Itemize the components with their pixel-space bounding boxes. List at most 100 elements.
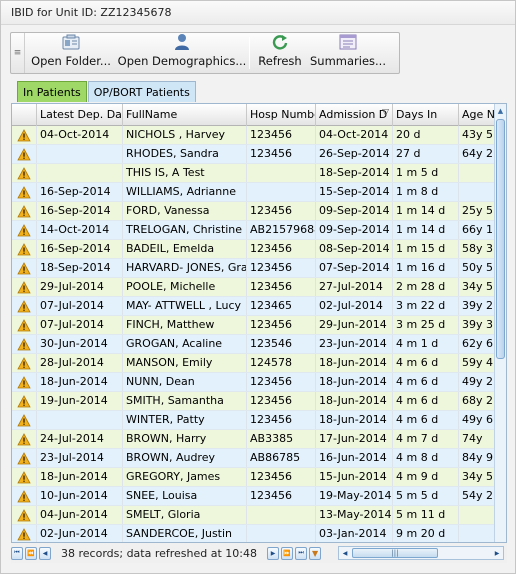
tab-op-bort-patients[interactable]: OP/BORT Patients: [87, 81, 196, 102]
scroll-right-icon[interactable]: ▶: [492, 548, 502, 558]
column-header-age[interactable]: Age N: [459, 104, 496, 126]
table-row[interactable]: 04-Jun-2014 SMELT, Gloria 13-May-2014 5 m 1…: [12, 506, 496, 525]
table-row[interactable]: RHODES, Sandra 123456 26-Sep-2014 27 d 64y 2…: [12, 145, 496, 164]
summaries-icon: [339, 33, 357, 51]
scroll-up-icon[interactable]: ▲: [495, 104, 506, 117]
horizontal-scroll-thumb[interactable]: |||: [352, 548, 438, 558]
warning-icon: [12, 468, 37, 486]
column-header-icon[interactable]: [12, 104, 37, 126]
age-cell: 25y 5r: [462, 204, 496, 217]
hosp-number-cell: 123456: [247, 411, 316, 429]
table-row[interactable]: 18-Sep-2014 HARVARD- JONES, Gray 123456 07-…: [12, 259, 496, 278]
column-header-fullname[interactable]: FullName: [123, 104, 247, 126]
next-record-button[interactable]: ▶: [267, 546, 280, 560]
grid-footer: ⏮ ⏪ ◀ 38 records; data refreshed at 10:4…: [11, 543, 507, 563]
previous-record-button[interactable]: ◀: [39, 546, 51, 560]
days-in-cell: 1 m 15 d: [393, 240, 459, 258]
vertical-scroll-thumb[interactable]: [496, 119, 505, 359]
table-row[interactable]: 04-Oct-2014 NICHOLS , Harvey 123456 04-Oct-…: [12, 126, 496, 145]
previous-page-button[interactable]: ⏪: [25, 546, 37, 560]
age-cell: 66y 1: [462, 223, 494, 236]
fullname-cell: HARVARD- JONES, Gray: [123, 259, 247, 277]
latest-dep-date-cell: 14-Oct-2014: [37, 221, 123, 239]
table-row[interactable]: 23-Jul-2014 BROWN, Audrey AB86785 16-Jun-20…: [12, 449, 496, 468]
fullname-cell: GROGAN, Acaline: [123, 335, 247, 353]
admission-date-cell: 19-May-2014: [316, 487, 393, 505]
warning-icon: [12, 240, 37, 258]
warning-icon: [12, 126, 37, 144]
admission-date-cell: 09-Sep-2014: [316, 221, 393, 239]
age-cell: 84y 9r: [462, 451, 496, 464]
fullname-cell: SMITH, Samantha: [123, 392, 247, 410]
latest-dep-date-cell: 04-Jun-2014: [37, 506, 123, 524]
scroll-left-icon[interactable]: ◀: [340, 548, 350, 558]
admission-date-cell: 09-Sep-2014: [316, 202, 393, 220]
first-record-button[interactable]: ⏮: [11, 546, 23, 560]
column-header-days-in[interactable]: Days In: [393, 104, 459, 126]
latest-dep-date-cell: 16-Sep-2014: [37, 183, 123, 201]
last-record-button[interactable]: ⏭: [295, 546, 308, 560]
table-row[interactable]: THIS IS, A Test 18-Sep-2014 1 m 5 d: [12, 164, 496, 183]
table-row[interactable]: 16-Sep-2014 WILLIAMS, Adrianne 15-Sep-2014…: [12, 183, 496, 202]
age-cell: 49y 2r: [462, 375, 496, 388]
age-cell: 74y: [462, 432, 483, 445]
table-row[interactable]: 10-Jun-2014 SNEE, Louisa 123456 19-May-2014…: [12, 487, 496, 506]
days-in-cell: 4 m 8 d: [393, 449, 459, 467]
filter-icon[interactable]: ▼: [309, 546, 322, 560]
table-row[interactable]: 30-Jun-2014 GROGAN, Acaline 123546 23-Jun-2…: [12, 335, 496, 354]
table-row[interactable]: 02-Jun-2014 SANDERCOE, Justin 03-Jan-2014 9…: [12, 525, 496, 542]
refresh-button[interactable]: Refresh: [252, 33, 308, 73]
fullname-cell: SNEE, Louisa: [123, 487, 247, 505]
age-cell: 39y 2r: [462, 299, 496, 312]
summaries-button[interactable]: Summaries...: [308, 33, 388, 73]
age-cell: 39y 3r: [462, 318, 496, 331]
fullname-cell: BROWN, Harry: [123, 430, 247, 448]
refresh-label: Refresh: [258, 54, 302, 68]
age-cell: 54y 2r: [462, 489, 496, 502]
days-in-cell: 5 m 5 d: [393, 487, 459, 505]
table-row[interactable]: 07-Jul-2014 MAY- ATTWELL , Lucy 123465 02-J…: [12, 297, 496, 316]
warning-icon: [12, 506, 37, 524]
latest-dep-date-cell: 16-Sep-2014: [37, 240, 123, 258]
days-in-cell: 1 m 8 d: [393, 183, 459, 201]
toolbar-grip[interactable]: ≡: [11, 33, 25, 73]
hosp-number-cell: AB21579688: [247, 221, 316, 239]
fullname-cell: MANSON, Emily: [123, 354, 247, 372]
latest-dep-date-cell: 07-Jul-2014: [37, 297, 123, 315]
next-page-button[interactable]: ⏩: [281, 546, 294, 560]
hosp-number-cell: 123456: [247, 259, 316, 277]
latest-dep-date-cell: 23-Jul-2014: [37, 449, 123, 467]
table-row[interactable]: 19-Jun-2014 SMITH, Samantha 123456 18-Jun-2…: [12, 392, 496, 411]
vertical-scrollbar[interactable]: ▲: [494, 104, 506, 542]
table-row[interactable]: 28-Jul-2014 MANSON, Emily 124578 18-Jun-201…: [12, 354, 496, 373]
latest-dep-date-cell: 16-Sep-2014: [37, 202, 123, 220]
table-row[interactable]: 24-Jul-2014 BROWN, Harry AB3385 17-Jun-2014…: [12, 430, 496, 449]
open-folder-button[interactable]: Open Folder...: [25, 33, 117, 73]
admission-date-cell: 23-Jun-2014: [316, 335, 393, 353]
days-in-cell: 9 m 20 d: [393, 525, 459, 542]
table-row[interactable]: 07-Jul-2014 FINCH, Matthew 123456 29-Jun-20…: [12, 316, 496, 335]
days-in-cell: 4 m 6 d: [393, 411, 459, 429]
table-row[interactable]: WINTER, Patty 123456 18-Jun-2014 4 m 6 d 49y…: [12, 411, 496, 430]
latest-dep-date-cell: 02-Jun-2014: [37, 525, 123, 542]
column-header-hosp-number[interactable]: Hosp Number: [247, 104, 316, 126]
table-row[interactable]: 18-Jun-2014 GREGORY, James 123456 15-Jun-20…: [12, 468, 496, 487]
table-row[interactable]: 18-Jun-2014 NUNN, Dean 123456 18-Jun-2014 4 …: [12, 373, 496, 392]
table-row[interactable]: 16-Sep-2014 BADEIL, Emelda 123456 08-Sep-20…: [12, 240, 496, 259]
table-row[interactable]: 29-Jul-2014 POOLE, Michelle 123456 27-Jul-2…: [12, 278, 496, 297]
admission-date-cell: 07-Sep-2014: [316, 259, 393, 277]
table-row[interactable]: 16-Sep-2014 FORD, Vanessa 123456 09-Sep-201…: [12, 202, 496, 221]
age-cell: 68y 2r: [462, 394, 496, 407]
tab-in-patients[interactable]: In Patients: [17, 81, 87, 102]
latest-dep-date-cell: 18-Sep-2014: [37, 259, 123, 277]
open-demographics-button[interactable]: Open Demographics...: [117, 33, 247, 73]
record-status: 38 records; data refreshed at 10:48: [61, 546, 258, 560]
horizontal-scrollbar[interactable]: ◀ ||| ▶: [338, 546, 504, 560]
fullname-cell: THIS IS, A Test: [123, 164, 247, 182]
hosp-number-cell: 123465: [247, 297, 316, 315]
table-row[interactable]: 14-Oct-2014 TRELOGAN, Christine AB21579688…: [12, 221, 496, 240]
column-header-latest-dep-date[interactable]: Latest Dep. Date: [37, 104, 123, 126]
fullname-cell: WILLIAMS, Adrianne: [123, 183, 247, 201]
column-header-admission-date[interactable]: Admission D ▽: [316, 104, 393, 126]
latest-dep-date-cell: 24-Jul-2014: [37, 430, 123, 448]
